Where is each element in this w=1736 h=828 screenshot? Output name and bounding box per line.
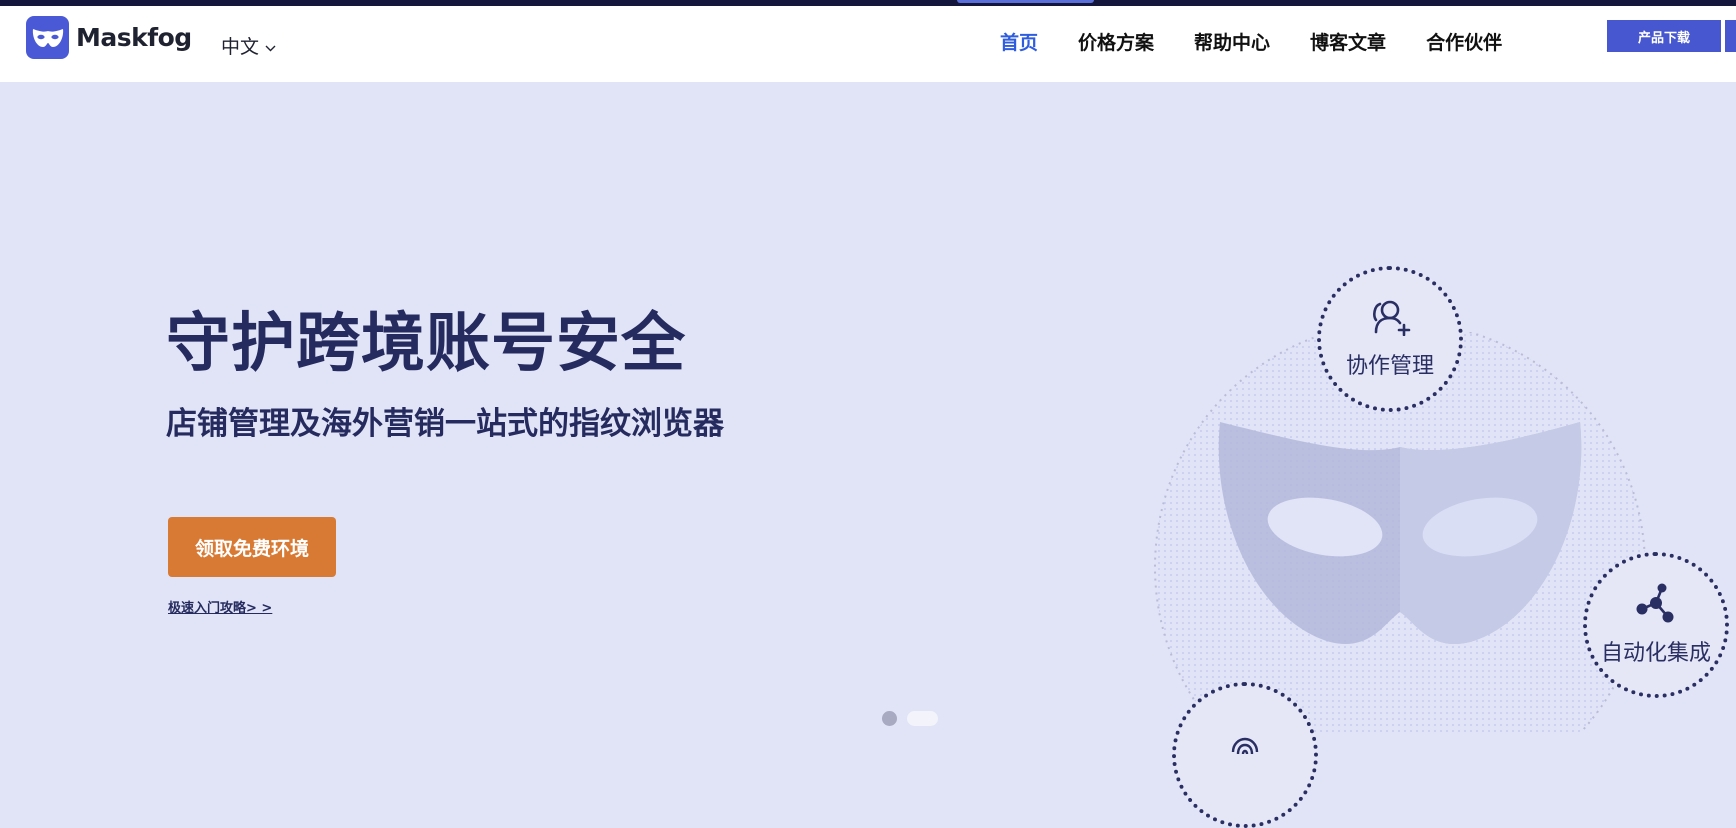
hero-section: 守护跨境账号安全 店铺管理及海外营销一站式的指纹浏览器 领取免费环境 极速入门攻… (0, 82, 1736, 828)
secondary-header-button[interactable] (1725, 20, 1736, 52)
nav-item-pricing[interactable]: 价格方案 (1078, 28, 1154, 55)
brand-logo[interactable]: Maskfog (26, 16, 192, 59)
user-add-icon (1368, 298, 1412, 342)
mask-icon (26, 16, 69, 59)
carousel-indicators (882, 711, 938, 726)
quick-start-link[interactable]: 极速入门攻略> > (168, 597, 272, 616)
free-environment-button[interactable]: 领取免费环境 (168, 517, 336, 577)
feature-collaboration: 协作管理 (1317, 266, 1463, 412)
site-header: Maskfog 中文 首页 价格方案 帮助中心 博客文章 合作伙伴 产品下载 (0, 6, 1736, 82)
hero-title: 守护跨境账号安全 (166, 307, 686, 381)
download-button[interactable]: 产品下载 (1607, 20, 1721, 52)
main-nav: 首页 价格方案 帮助中心 博客文章 合作伙伴 (1000, 28, 1542, 55)
fingerprint-icon (1223, 730, 1267, 780)
language-label: 中文 (221, 36, 260, 58)
feature-label: 自动化集成 (1600, 641, 1711, 666)
nav-item-blog[interactable]: 博客文章 (1310, 28, 1386, 55)
nav-item-help[interactable]: 帮助中心 (1194, 28, 1270, 55)
hero-subtitle: 店铺管理及海外营销一站式的指纹浏览器 (166, 406, 724, 442)
carousel-dot-active[interactable] (907, 711, 938, 726)
top-bar-highlight (957, 0, 1094, 3)
share-nodes-icon (1634, 583, 1678, 629)
nav-item-partners[interactable]: 合作伙伴 (1426, 28, 1502, 55)
feature-automation: 自动化集成 (1583, 552, 1729, 698)
brand-name: Maskfog (76, 23, 192, 52)
nav-item-home[interactable]: 首页 (1000, 28, 1038, 55)
feature-fingerprint (1172, 682, 1318, 828)
language-selector[interactable]: 中文 (221, 32, 276, 59)
carousel-dot[interactable] (882, 711, 897, 726)
feature-label: 协作管理 (1345, 354, 1434, 379)
chevron-down-icon (265, 35, 276, 57)
